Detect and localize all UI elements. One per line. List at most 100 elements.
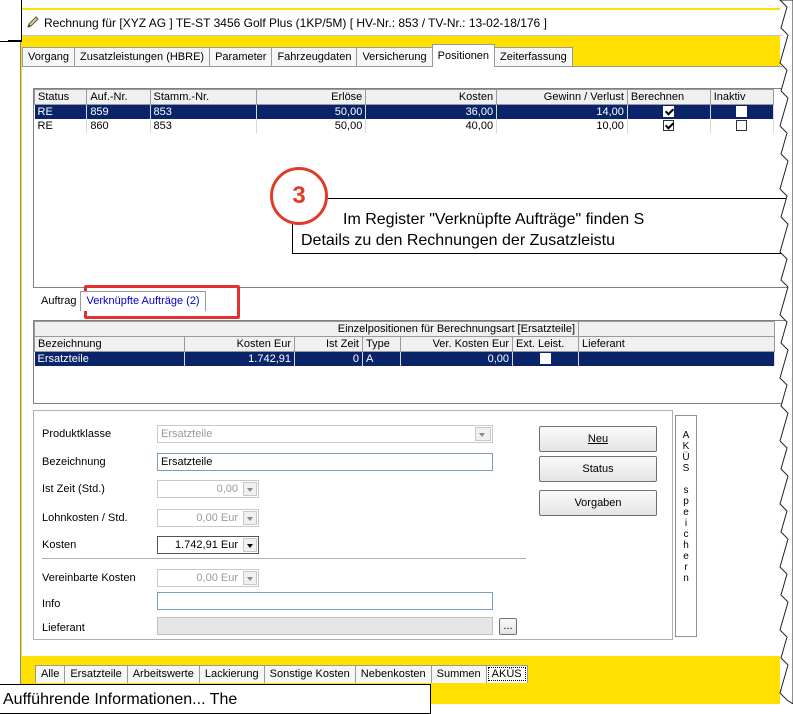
bezeichnung-input[interactable]: Ersatzteile (157, 453, 493, 471)
label-kosten: Kosten (42, 539, 77, 551)
subtab-0[interactable]: Auftrag (35, 293, 81, 311)
kosten-input[interactable]: 1.742,91 Eur (157, 536, 259, 554)
positions-caption-spacer (578, 321, 776, 337)
column-header[interactable]: Type (362, 336, 401, 352)
cell-stamm-nr: 853 (150, 118, 258, 133)
kosten-value: 1.742,91 Eur (175, 539, 238, 551)
pencil-icon (27, 16, 39, 28)
lieferant-input[interactable] (157, 617, 493, 635)
lohnkosten-input[interactable]: 0,00 Eur (157, 509, 259, 527)
orders-grid: Status Auf.-Nr. Stamm.-Nr. Erlöse Kosten Gewi… (33, 88, 793, 288)
subtab-1[interactable]: Verknüpfte Aufträge (2) (80, 291, 206, 311)
table-row[interactable]: Ersatzteile 1.742,91 0 A 0,00 (34, 351, 776, 366)
chevron-down-icon[interactable] (475, 427, 491, 441)
column-header[interactable]: Kosten (365, 89, 498, 105)
istzeit-input[interactable]: 0,00 (157, 480, 259, 498)
bottom-tab-6[interactable]: Summen (430, 665, 487, 683)
bottom-tab-7[interactable]: AKÜS (485, 665, 528, 683)
positions-header-row: Bezeichnung Kosten Eur Ist Zeit Type Ver. Ko… (34, 336, 776, 352)
akus-letter: K (682, 441, 690, 452)
top-tab-bar: Vorgang Zusatzleistungen (HBRE) Parameter F… (22, 44, 573, 67)
vereinbart-input[interactable]: 0,00 Eur (157, 569, 259, 587)
cell-ext-leist (512, 351, 580, 366)
tab-positionen[interactable]: Positionen (431, 44, 496, 67)
cell-berechnen (627, 104, 711, 119)
column-header[interactable]: Inaktiv (709, 89, 775, 105)
tab-fahrzeugdaten[interactable]: Fahrzeugdaten (271, 47, 358, 67)
tab-zeiterfassung[interactable]: Zeiterfassung (494, 47, 573, 67)
column-header[interactable]: Bezeichnung (34, 336, 185, 352)
checkbox[interactable] (540, 353, 552, 365)
cell-erloese: 50,00 (256, 118, 367, 133)
orders-header-row: Status Auf.-Nr. Stamm.-Nr. Erlöse Kosten Gewi… (34, 89, 775, 105)
step-number-badge: 3 (270, 167, 328, 225)
status-button[interactable]: Status (539, 456, 657, 482)
neu-button-label: Neu (587, 433, 609, 445)
bottom-tab-0[interactable]: Alle (35, 665, 66, 683)
cell-inaktiv (710, 118, 775, 133)
bottom-tab-1[interactable]: Ersatzteile (64, 665, 128, 683)
akus-letter (676, 474, 696, 485)
neu-button[interactable]: Neu (539, 426, 657, 452)
column-header[interactable]: Auf.-Nr. (86, 89, 151, 105)
callout-connector-line (8, 40, 22, 41)
cell-status: RE (34, 118, 88, 133)
bottom-tab-2[interactable]: Arbeitswerte (126, 665, 200, 683)
tab-zusatzleistungen-hbre-[interactable]: Zusatzleistungen (HBRE) (73, 47, 211, 67)
column-header[interactable]: Stamm.-Nr. (149, 89, 258, 105)
tab-versicherung[interactable]: Versicherung (356, 47, 433, 67)
info-callout: Im Register "Verknüpfte Aufträge" finden… (292, 198, 793, 254)
column-header[interactable]: Erlöse (256, 89, 367, 105)
chevron-down-icon[interactable] (243, 482, 257, 496)
column-header[interactable]: Status (34, 89, 88, 105)
checkbox[interactable] (736, 120, 748, 132)
bottom-callout: Aufführende Informationen... The (0, 684, 431, 714)
cell-inaktiv (710, 104, 775, 119)
cell-type: A (362, 351, 401, 366)
cell-berechnen (627, 118, 711, 133)
sub-tab-bar: Auftrag Verknüpfte Aufträge (2) (35, 291, 206, 311)
orders-table: Status Auf.-Nr. Stamm.-Nr. Erlöse Kosten Gewi… (34, 89, 775, 133)
bottom-tab-3[interactable]: Lackierung (198, 665, 265, 683)
cell-stamm-nr: 853 (150, 104, 258, 119)
chevron-down-icon[interactable] (243, 511, 257, 525)
column-header[interactable]: Gewinn / Verlust (496, 89, 628, 105)
info-input[interactable] (157, 592, 493, 610)
label-istzeit: Ist Zeit (Std.) (42, 483, 105, 495)
cell-status: RE (34, 104, 88, 119)
torn-edge-decoration (779, 0, 793, 704)
table-row[interactable]: RE 859 853 50,00 36,00 14,00 (34, 104, 775, 119)
bottom-tab-5[interactable]: Nebenkosten (354, 665, 432, 683)
checkbox[interactable] (736, 106, 748, 118)
checkbox-checked[interactable] (663, 120, 675, 132)
chevron-down-icon[interactable] (243, 571, 257, 585)
cell-kosten-eur: 1.742,91 (184, 351, 295, 366)
bottom-tab-4[interactable]: Sonstige Kosten (263, 665, 356, 683)
chevron-down-icon[interactable] (243, 538, 257, 552)
lieferant-browse-button[interactable]: ... (499, 618, 517, 635)
label-info: Info (42, 598, 61, 610)
column-header[interactable]: Ver. Kosten Eur (400, 336, 513, 352)
column-header[interactable]: Berechnen (626, 89, 711, 105)
akus-speichern-button[interactable]: AKÜSspeichern (675, 415, 697, 637)
title-bar: Rechnung für [XYZ AG ] TE-ST 3456 Golf P… (22, 10, 782, 36)
column-header[interactable]: Lieferant (578, 336, 776, 352)
checkbox-checked[interactable] (663, 106, 675, 118)
akus-letter: e (683, 507, 689, 518)
cell-ver-kosten: 0,00 (400, 351, 513, 366)
column-header[interactable]: Ist Zeit (294, 336, 363, 352)
label-lieferant: Lieferant (42, 622, 85, 634)
vorgaben-button[interactable]: Vorgaben (539, 490, 657, 516)
column-header[interactable]: Ext. Leist. (511, 336, 580, 352)
akus-letter: Ü (682, 452, 690, 463)
column-header[interactable]: Kosten Eur (184, 336, 295, 352)
tab-vorgang[interactable]: Vorgang (22, 47, 75, 67)
table-row[interactable]: RE 860 853 50,00 40,00 10,00 (34, 118, 775, 133)
label-lohnkosten: Lohnkosten / Std. (42, 512, 128, 524)
tab-parameter[interactable]: Parameter (209, 47, 273, 67)
label-produktklasse: Produktklasse (42, 428, 112, 440)
label-bezeichnung: Bezeichnung (42, 456, 106, 468)
produktklasse-select[interactable]: Ersatzteile (157, 425, 493, 443)
positions-grid: Einzelpositionen für Berechnungsart [Ers… (33, 320, 793, 404)
callout-line-1: Im Register "Verknüpfte Aufträge" finden… (343, 211, 645, 228)
